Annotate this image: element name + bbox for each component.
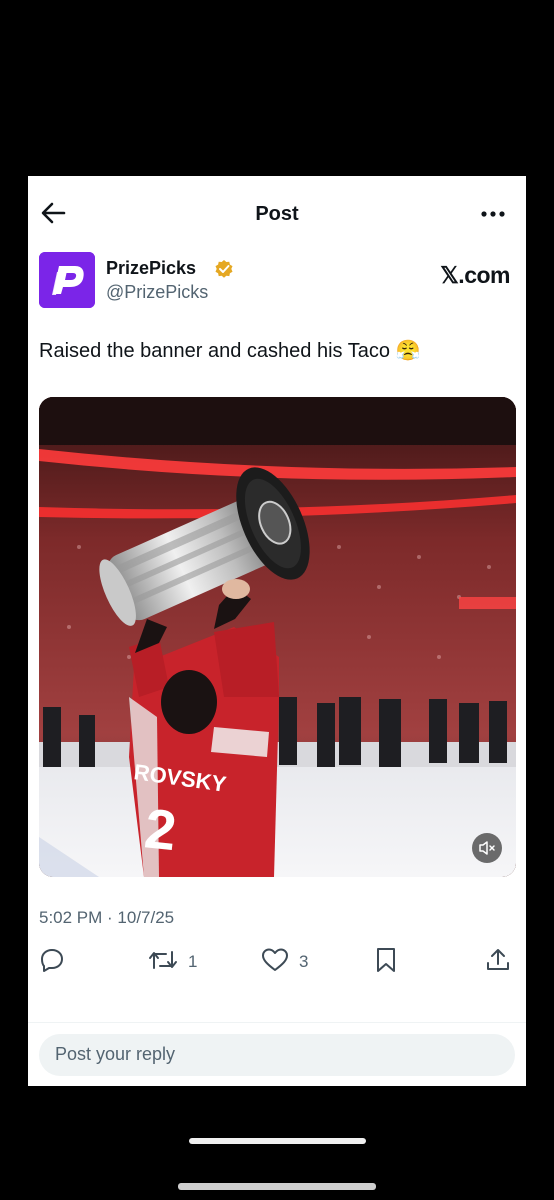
divider bbox=[28, 1022, 526, 1023]
share-button[interactable] bbox=[485, 946, 511, 978]
post-actions-bar: 1 3 bbox=[28, 946, 526, 978]
svg-text:2: 2 bbox=[142, 796, 180, 862]
source-label: 𝕏.com bbox=[440, 262, 510, 288]
mute-toggle-button[interactable] bbox=[472, 833, 502, 863]
post-timestamp[interactable]: 5:02 PM · 10/7/25 bbox=[39, 908, 174, 928]
author-handle[interactable]: @PrizePicks bbox=[106, 282, 208, 303]
reply-input[interactable]: Post your reply bbox=[39, 1034, 515, 1076]
heart-icon bbox=[261, 947, 289, 978]
bookmark-button[interactable] bbox=[374, 946, 398, 978]
volume-muted-icon bbox=[478, 840, 496, 856]
prizepicks-logo-icon bbox=[39, 252, 95, 308]
like-button[interactable]: 3 bbox=[261, 946, 308, 978]
share-icon bbox=[485, 947, 511, 978]
retweet-count: 1 bbox=[188, 952, 198, 971]
post-card: Post PrizePicks @PrizePicks 𝕏.com Raised… bbox=[28, 176, 526, 1086]
like-count: 3 bbox=[299, 952, 309, 971]
reply-icon bbox=[39, 947, 65, 978]
post-text: Raised the banner and cashed his Taco 😤 bbox=[39, 340, 421, 362]
more-horizontal-icon bbox=[480, 205, 506, 223]
post-video[interactable]: ROVSKY 2 bbox=[39, 397, 516, 877]
page-title: Post bbox=[255, 203, 299, 225]
retweet-icon bbox=[148, 948, 178, 977]
home-indicator-bar bbox=[178, 1183, 376, 1190]
more-options-button[interactable] bbox=[478, 202, 508, 226]
post-author: PrizePicks @PrizePicks 𝕏.com bbox=[39, 252, 519, 308]
avatar[interactable] bbox=[39, 252, 95, 308]
reply-button[interactable] bbox=[39, 946, 65, 978]
bookmark-icon bbox=[374, 946, 398, 979]
video-frame: ROVSKY 2 bbox=[39, 397, 516, 877]
author-display-name[interactable]: PrizePicks bbox=[106, 258, 196, 279]
verified-badge-icon bbox=[214, 259, 234, 279]
retweet-button[interactable]: 1 bbox=[148, 946, 197, 978]
post-header: Post bbox=[28, 176, 526, 252]
home-indicator[interactable] bbox=[189, 1138, 366, 1144]
